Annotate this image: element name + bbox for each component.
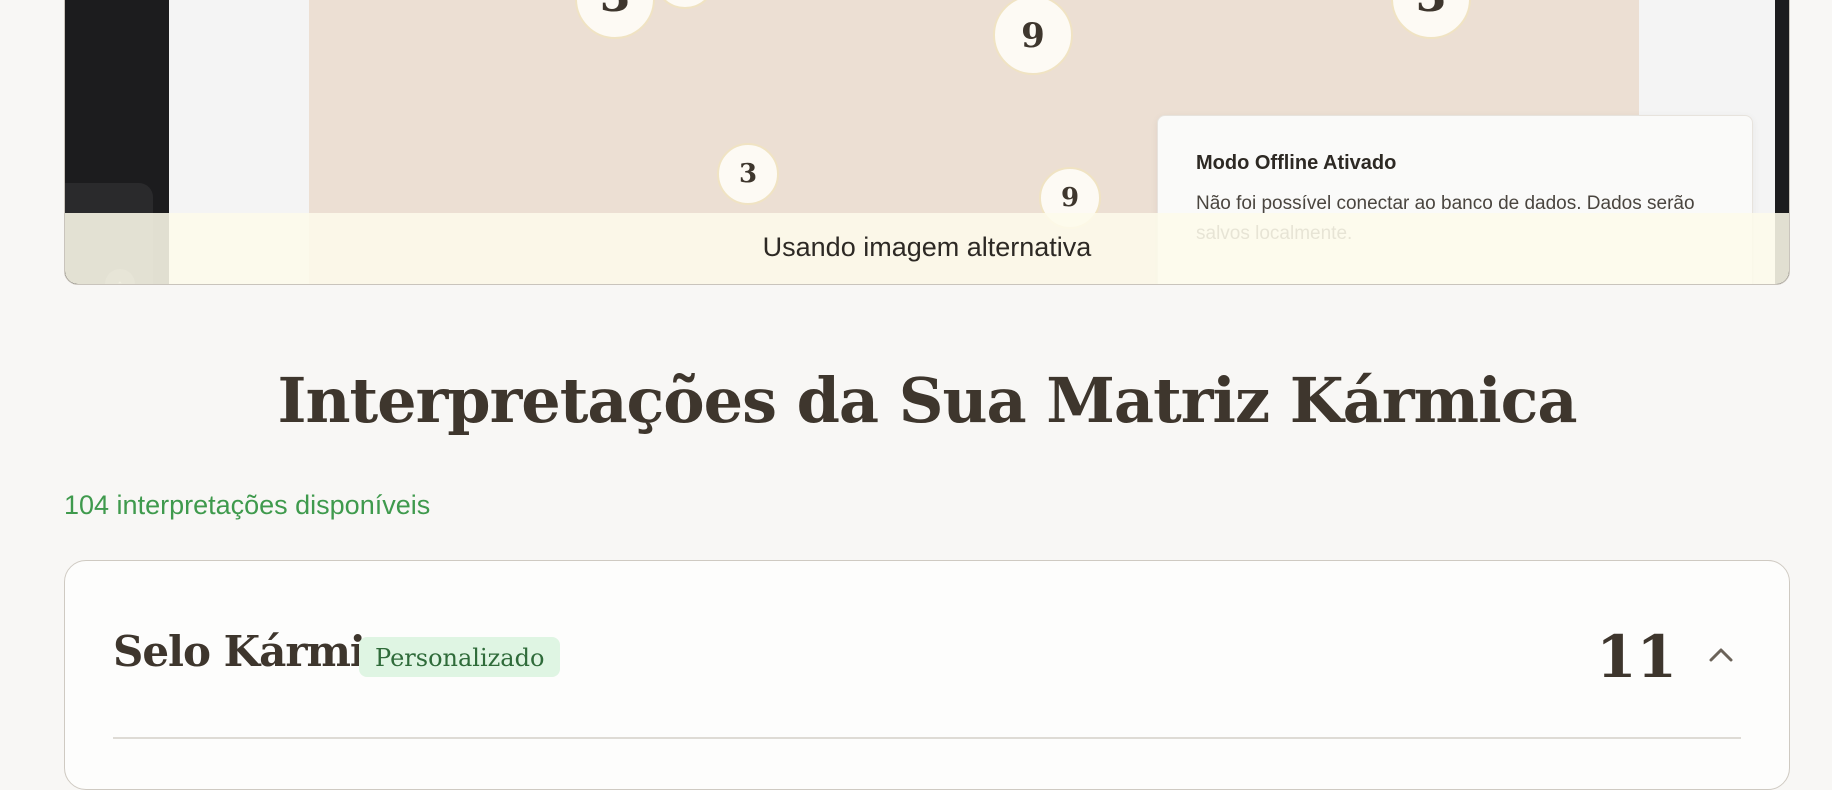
personalized-badge: Personalizado (359, 637, 561, 677)
interpretations-title: Interpretações da Sua Matriz Kármica (277, 364, 1577, 437)
matrix-node: 3 (575, 0, 655, 39)
matrix-image-frame: ↑ 3 9 3 3 9 Modo Offline Ativado Não foi… (64, 0, 1790, 285)
alt-image-banner: Usando imagem alternativa (65, 213, 1789, 284)
interpretations-count: 104 interpretações disponíveis (64, 490, 431, 520)
offline-notice-title: Modo Offline Ativado (1196, 152, 1397, 174)
matrix-node: 3 (717, 143, 779, 205)
interpretation-number: 11 (1596, 623, 1677, 691)
matrix-node: 9 (993, 0, 1073, 75)
card-divider (113, 737, 1741, 739)
matrix-node: 3 (1391, 0, 1471, 39)
matrix-node-partial (657, 0, 713, 9)
chevron-up-icon[interactable] (1701, 635, 1741, 675)
